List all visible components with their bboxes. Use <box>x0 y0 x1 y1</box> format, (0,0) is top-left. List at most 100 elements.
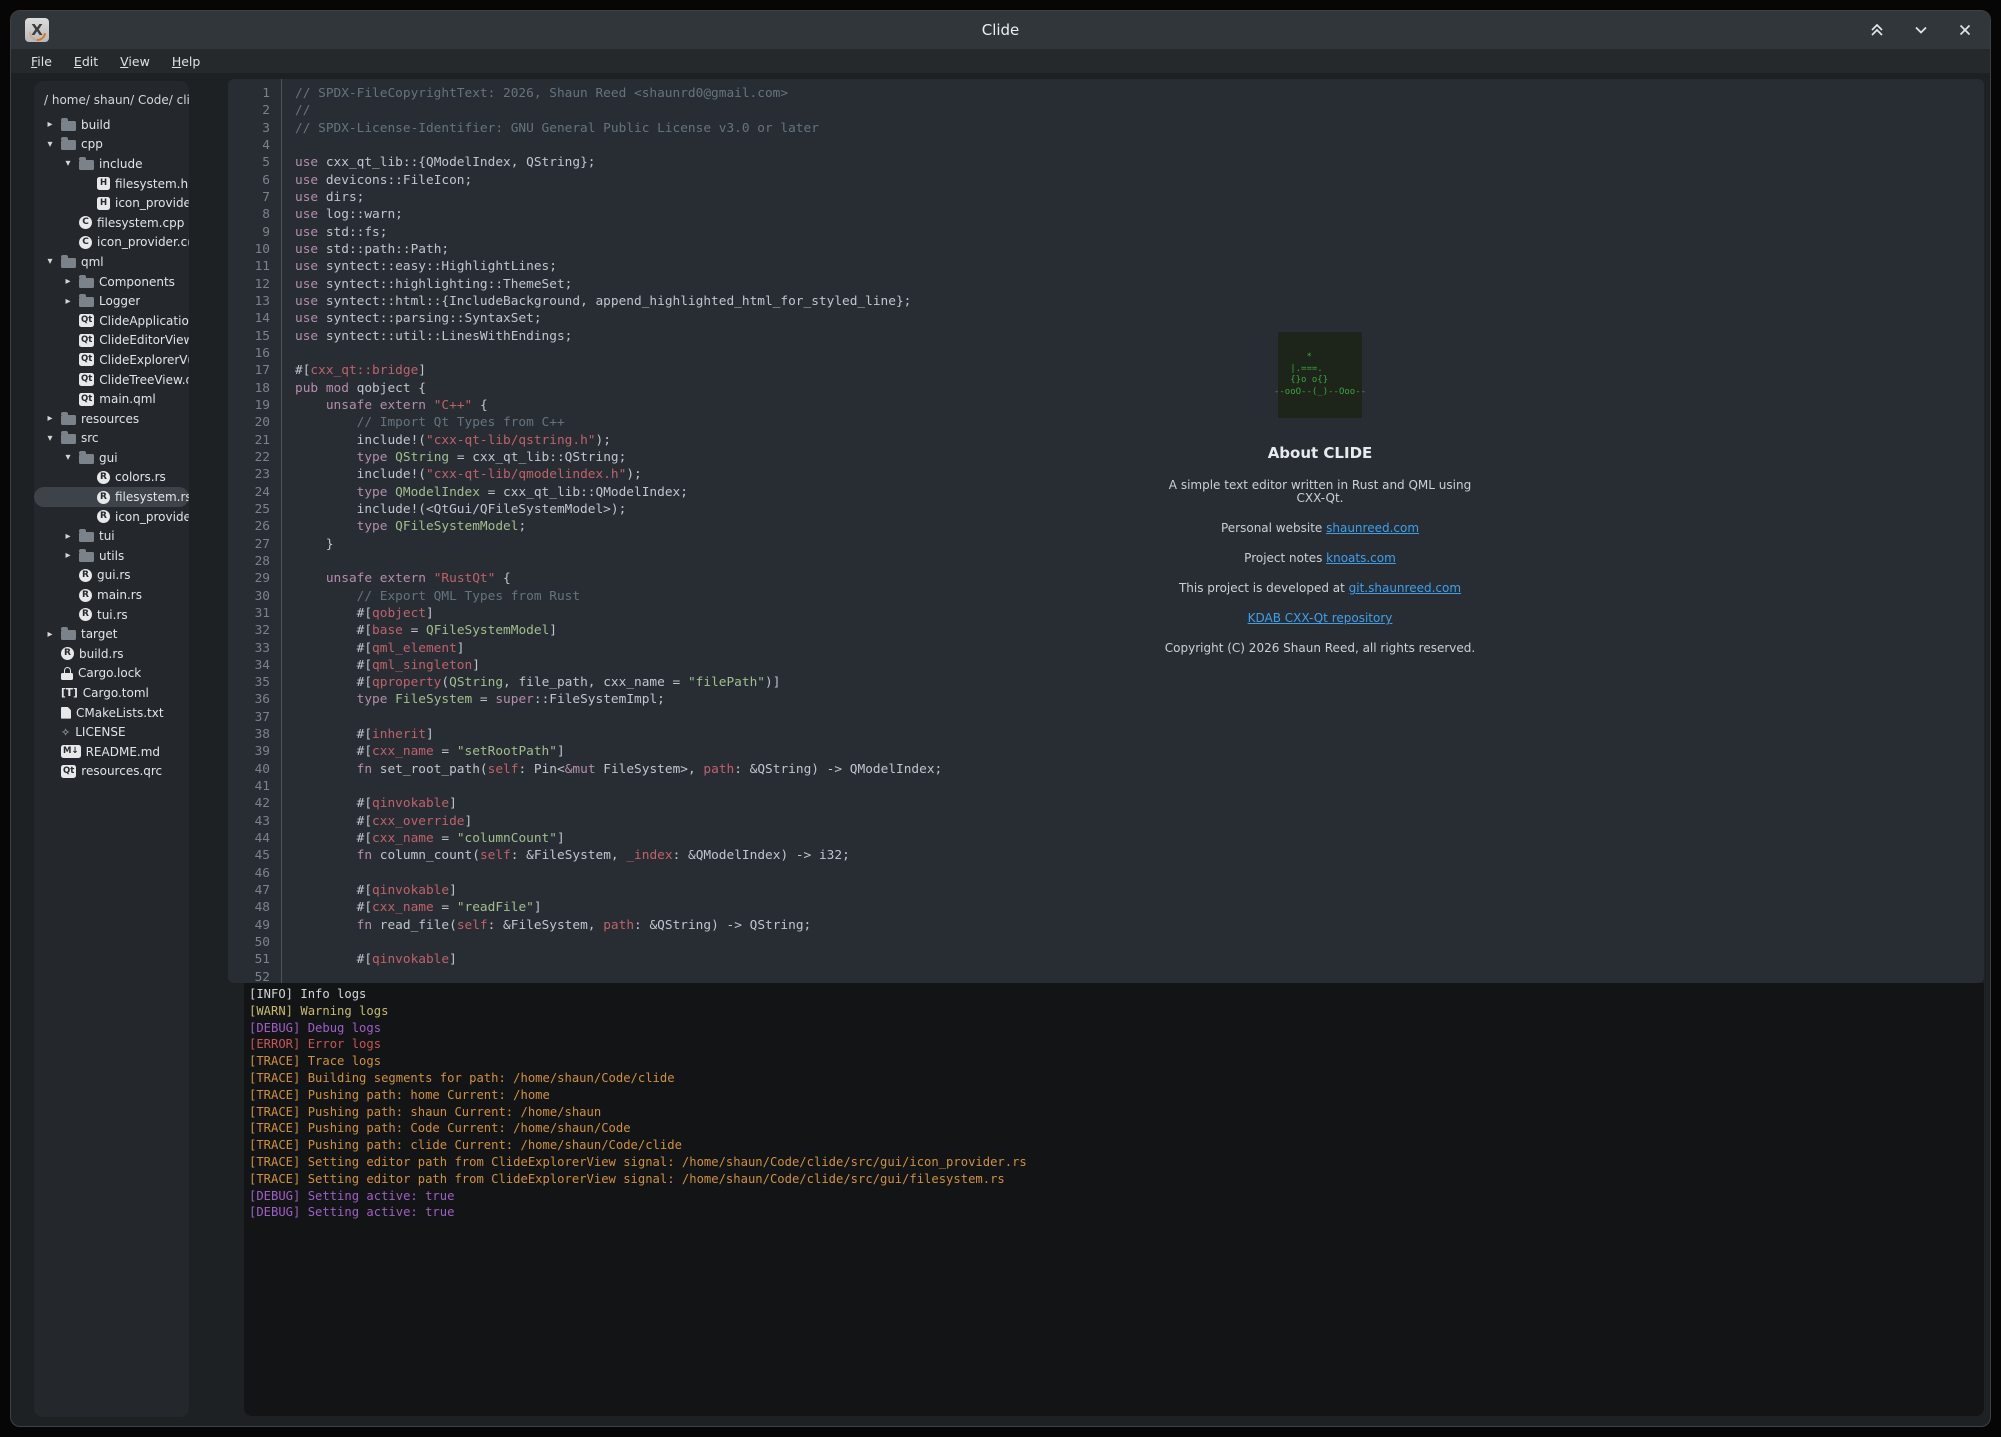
code-line-47: 47 #[qinvokable] <box>228 882 1984 899</box>
about-notes-row: Project notes knoats.com <box>1158 552 1482 565</box>
toml-file-icon: [T] <box>61 687 78 699</box>
code-editor[interactable]: 1// SPDX-FileCopyrightText: 2026, Shaun … <box>228 79 1984 983</box>
about-kdab-row: KDAB CXX-Qt repository <box>1158 612 1482 625</box>
tree-item-ClideApplicationView.qml[interactable]: QtClideApplicationView.qml <box>34 311 189 331</box>
tree-item-icon_provider.h[interactable]: Hicon_provider.h <box>34 193 189 213</box>
code-text: #[cxx_name = "readFile"] <box>281 899 542 916</box>
minimize-button[interactable] <box>1912 21 1930 39</box>
tree-item-tui[interactable]: ▸tui <box>34 526 189 546</box>
tree-item-icon_provider.cpp[interactable]: Cicon_provider.cpp <box>34 233 189 253</box>
menu-help[interactable]: Help <box>162 52 211 71</box>
line-number: 10 <box>228 241 281 258</box>
tree-item-CMakeLists.txt[interactable]: CMakeLists.txt <box>34 703 189 723</box>
tree-item-icon_provider.rs[interactable]: Ricon_provider.rs <box>34 507 189 527</box>
tree-item-qml[interactable]: ▾qml <box>34 252 189 272</box>
line-number: 1 <box>228 85 281 102</box>
chevron-down-icon[interactable]: ▾ <box>44 256 56 267</box>
log-line-info: [INFO] Info logs <box>249 986 1976 1003</box>
code-text: include!(<QtGui/QFileSystemModel>); <box>281 501 626 518</box>
tree-item-filesystem.rs[interactable]: Rfilesystem.rs <box>34 487 189 507</box>
tree-item-filesystem.cpp[interactable]: Cfilesystem.cpp <box>34 213 189 233</box>
tree-item-gui[interactable]: ▾ gui <box>34 448 189 468</box>
tree-item-main.rs[interactable]: Rmain.rs <box>34 585 189 605</box>
tree-item-resources[interactable]: ▸ resources <box>34 409 189 429</box>
tree-item-label: resources <box>81 412 139 426</box>
tree-item-main.qml[interactable]: Qtmain.qml <box>34 389 189 409</box>
line-number: 15 <box>228 328 281 345</box>
folder-icon <box>79 454 94 464</box>
app-window: X Clide File Edit View Help <box>10 10 1991 1427</box>
chevron-down-icon[interactable]: ▾ <box>44 139 56 150</box>
code-line-37: 37 <box>228 709 1984 726</box>
maximize-button[interactable] <box>1868 21 1886 39</box>
chevron-down-icon[interactable]: ▾ <box>62 452 74 463</box>
code-line-39: 39 #[cxx_name = "setRootPath"] <box>228 743 1984 760</box>
code-text: type QFileSystemModel; <box>281 518 526 535</box>
line-number: 30 <box>228 588 281 605</box>
code-text: include!("cxx-qt-lib/qstring.h"); <box>281 432 611 449</box>
line-number: 21 <box>228 432 281 449</box>
copyright-text: Copyright (C) 2026 Shaun Reed, all right… <box>1158 642 1482 655</box>
file-tree[interactable]: ▸build ▾ cpp ▾includeHfilesystem.hHicon_pro… <box>34 115 189 781</box>
tree-item-target[interactable]: ▸target <box>34 624 189 644</box>
tree-item-utils[interactable]: ▸utils <box>34 546 189 566</box>
tree-item-label: cpp <box>81 137 103 151</box>
chevron-right-icon[interactable]: ▸ <box>44 119 56 130</box>
chevron-right-icon[interactable]: ▸ <box>44 413 56 424</box>
title-bar: X Clide <box>11 11 1990 49</box>
tree-item-README.md[interactable]: M↓README.md <box>34 742 189 762</box>
chevron-right-icon[interactable]: ▸ <box>44 629 56 640</box>
code-line-44: 44 #[cxx_name = "columnCount"] <box>228 830 1984 847</box>
code-line-50: 50 <box>228 934 1984 951</box>
tree-item-include[interactable]: ▾include <box>34 154 189 174</box>
line-number: 16 <box>228 345 281 362</box>
tree-item-label: gui <box>99 451 118 465</box>
tree-item-Cargo.toml[interactable]: [T]Cargo.toml <box>34 683 189 703</box>
git-repo-link[interactable]: git.shaunreed.com <box>1349 581 1461 595</box>
code-text: #[cxx_override] <box>281 813 472 830</box>
menu-view[interactable]: View <box>110 52 160 71</box>
tree-item-LICENSE[interactable]: ✧LICENSE <box>34 722 189 742</box>
tree-item-src[interactable]: ▾ src <box>34 429 189 449</box>
code-line-27: 27 } <box>228 536 1984 553</box>
close-button[interactable] <box>1956 21 1974 39</box>
tree-item-build[interactable]: ▸build <box>34 115 189 135</box>
kdab-repo-link[interactable]: KDAB CXX-Qt repository <box>1248 611 1393 625</box>
chevron-down-icon[interactable]: ▾ <box>62 158 74 169</box>
line-number: 52 <box>228 969 281 983</box>
tree-item-Cargo.lock[interactable]: Cargo.lock <box>34 664 189 684</box>
chevron-right-icon[interactable]: ▸ <box>62 296 74 307</box>
personal-website-link[interactable]: shaunreed.com <box>1326 521 1419 535</box>
tree-item-ClideEditorView.qml[interactable]: QtClideEditorView.qml <box>34 331 189 351</box>
tree-item-cpp[interactable]: ▾ cpp <box>34 135 189 155</box>
tree-item-label: src <box>81 431 99 445</box>
code-line-16: 16 <box>228 345 1984 362</box>
license-star-icon: ✧ <box>61 726 70 739</box>
log-line-trace: [TRACE] Pushing path: clide Current: /ho… <box>249 1137 1976 1154</box>
project-notes-link[interactable]: knoats.com <box>1326 551 1396 565</box>
tree-item-Logger[interactable]: ▸Logger <box>34 291 189 311</box>
chevron-right-icon[interactable]: ▸ <box>62 550 74 561</box>
rust-file-icon: R <box>79 569 92 582</box>
tree-item-label: icon_provider.h <box>115 196 189 210</box>
tree-item-colors.rs[interactable]: Rcolors.rs <box>34 468 189 488</box>
tree-item-ClideTreeView.qml[interactable]: QtClideTreeView.qml <box>34 370 189 390</box>
tree-item-ClideExplorerView.qml[interactable]: QtClideExplorerView.qml <box>34 350 189 370</box>
menu-edit[interactable]: Edit <box>64 52 108 71</box>
tree-item-resources.qrc[interactable]: Qtresources.qrc <box>34 762 189 782</box>
code-text: use syntect::parsing::SyntaxSet; <box>281 310 542 327</box>
tree-item-Components[interactable]: ▸Components <box>34 272 189 292</box>
code-line-6: 6use devicons::FileIcon; <box>228 172 1984 189</box>
tree-item-build.rs[interactable]: Rbuild.rs <box>34 644 189 664</box>
tree-item-gui.rs[interactable]: Rgui.rs <box>34 566 189 586</box>
code-line-21: 21 include!("cxx-qt-lib/qstring.h"); <box>228 432 1984 449</box>
log-output-panel[interactable]: [INFO] Info logs[WARN] Warning logs[DEBU… <box>244 983 1984 1416</box>
code-text <box>281 778 295 795</box>
chevron-right-icon[interactable]: ▸ <box>62 276 74 287</box>
tree-item-tui.rs[interactable]: Rtui.rs <box>34 605 189 625</box>
code-text: type FileSystem = super::FileSystemImpl; <box>281 691 665 708</box>
menu-file[interactable]: File <box>21 52 62 71</box>
chevron-right-icon[interactable]: ▸ <box>62 531 74 542</box>
chevron-down-icon[interactable]: ▾ <box>44 433 56 444</box>
tree-item-filesystem.h[interactable]: Hfilesystem.h <box>34 174 189 194</box>
